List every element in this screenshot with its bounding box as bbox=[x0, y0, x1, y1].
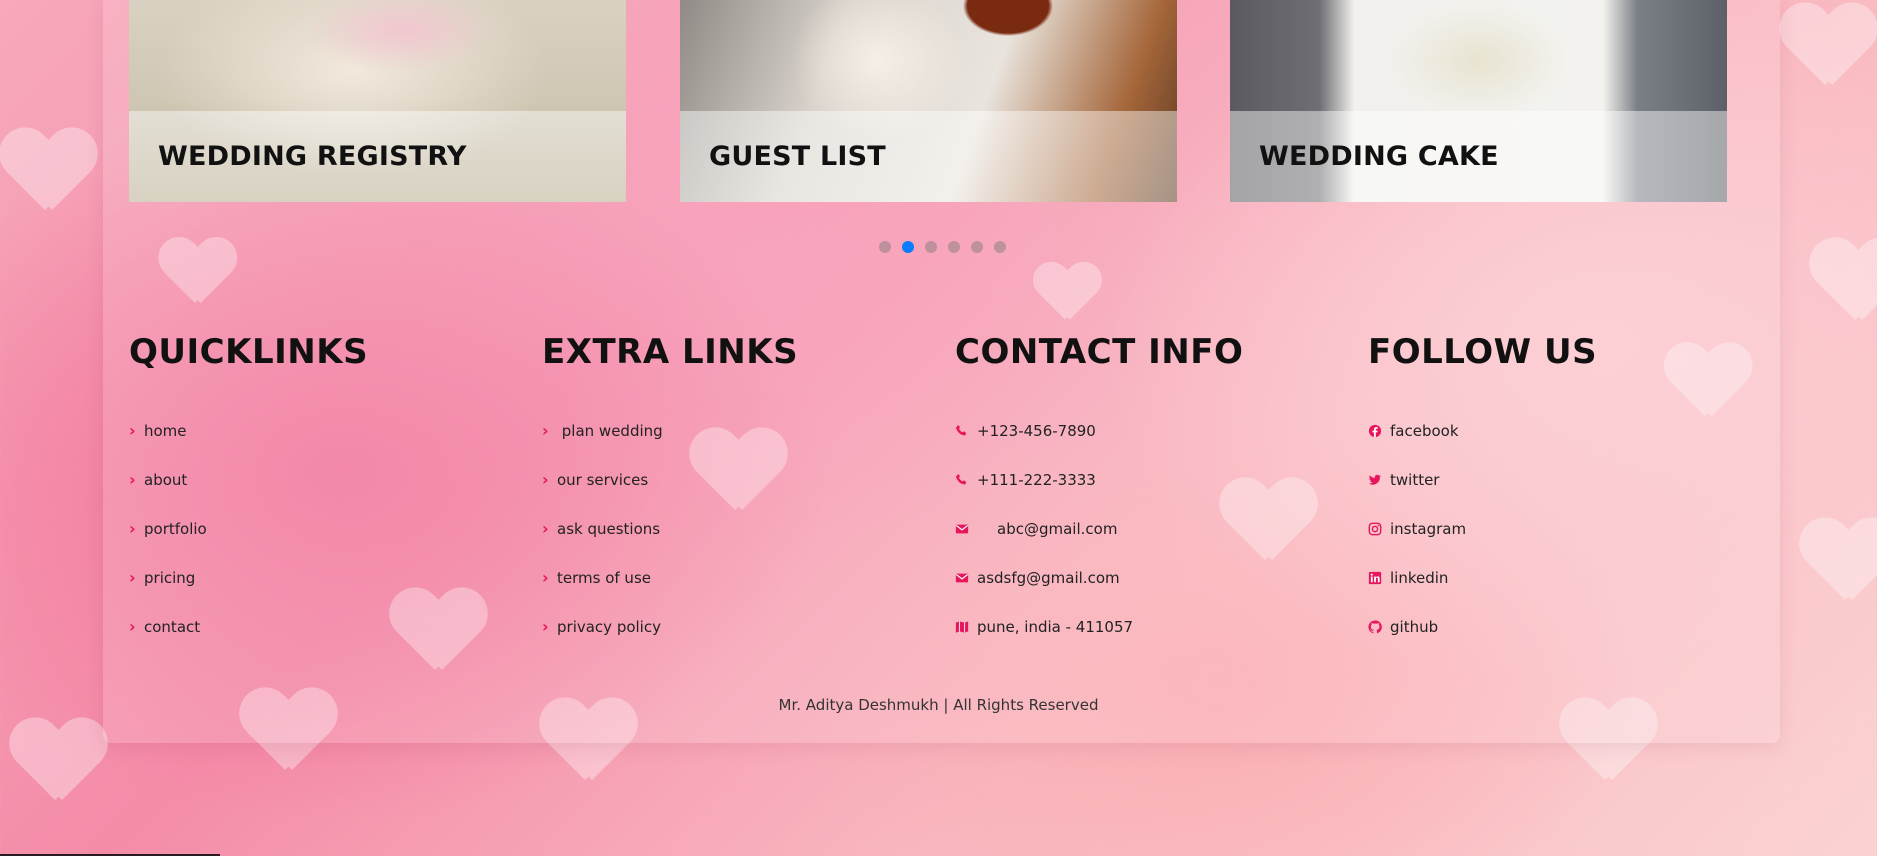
extralink-ask-questions[interactable]: › ask questions bbox=[542, 519, 660, 538]
link-label: pricing bbox=[144, 568, 196, 587]
link-label: ask questions bbox=[557, 519, 661, 538]
map-icon bbox=[955, 620, 969, 634]
contact-heading: CONTACT INFO bbox=[955, 332, 1244, 372]
link-label: privacy policy bbox=[557, 617, 661, 636]
quicklink-home[interactable]: › home bbox=[129, 421, 187, 440]
link-label: terms of use bbox=[557, 568, 651, 587]
twitter-icon bbox=[1368, 473, 1382, 487]
chevron-right-icon: › bbox=[542, 470, 549, 489]
chevron-right-icon: › bbox=[542, 617, 549, 636]
card-title: WEDDING REGISTRY bbox=[158, 141, 467, 172]
quicklink-pricing[interactable]: › pricing bbox=[129, 568, 195, 587]
carousel-dot[interactable] bbox=[971, 241, 983, 253]
carousel-dot[interactable] bbox=[994, 241, 1006, 253]
link-label: about bbox=[144, 470, 188, 489]
contact-phone-1[interactable]: +123-456-7890 bbox=[955, 406, 1243, 455]
quicklink-portfolio[interactable]: › portfolio bbox=[129, 519, 207, 538]
contact-address: pune, india - 411057 bbox=[955, 602, 1243, 651]
social-label: github bbox=[1390, 617, 1439, 636]
carousel-dot[interactable] bbox=[879, 241, 891, 253]
card-title: WEDDING CAKE bbox=[1259, 141, 1499, 172]
contact-text: abc@gmail.com bbox=[997, 519, 1118, 538]
link-label: portfolio bbox=[144, 519, 207, 538]
extralink-plan-wedding[interactable]: › plan wedding bbox=[542, 421, 663, 440]
carousel-dot[interactable] bbox=[902, 241, 914, 253]
social-label: facebook bbox=[1390, 421, 1459, 440]
facebook-icon bbox=[1368, 424, 1382, 438]
contact-text: +123-456-7890 bbox=[977, 421, 1096, 440]
carousel-pagination bbox=[879, 241, 1006, 253]
instagram-icon bbox=[1368, 522, 1382, 536]
github-icon bbox=[1368, 619, 1382, 634]
quicklinks-heading: QUICKLINKS bbox=[129, 332, 369, 372]
chevron-right-icon: › bbox=[129, 421, 136, 440]
follow-heading: FOLLOW US bbox=[1368, 332, 1598, 372]
extralink-our-services[interactable]: › our services bbox=[542, 470, 648, 489]
card-wedding-registry[interactable]: WEDDING REGISTRY bbox=[129, 0, 626, 202]
chevron-right-icon: › bbox=[129, 617, 136, 636]
heart-decoration bbox=[1810, 240, 1877, 330]
link-label: contact bbox=[144, 617, 201, 636]
chevron-right-icon: › bbox=[129, 519, 136, 538]
extralinks-list: › plan wedding › our services › ask questi… bbox=[542, 406, 798, 651]
contact-text: +111-222-3333 bbox=[977, 470, 1096, 489]
social-instagram[interactable]: instagram bbox=[1368, 520, 1466, 538]
chevron-right-icon: › bbox=[542, 421, 549, 440]
social-label: linkedin bbox=[1390, 568, 1449, 587]
phone-icon bbox=[955, 473, 969, 487]
extralink-privacy-policy[interactable]: › privacy policy bbox=[542, 617, 661, 636]
extralinks-column: EXTRA LINKS › plan wedding › our services… bbox=[542, 332, 798, 651]
card-guest-list[interactable]: GUEST LIST bbox=[680, 0, 1177, 202]
heart-decoration bbox=[10, 720, 100, 810]
carousel-dot[interactable] bbox=[925, 241, 937, 253]
contact-list: +123-456-7890 +111-222-3333 abc@gmail.co… bbox=[955, 406, 1243, 651]
extralink-terms-of-use[interactable]: › terms of use bbox=[542, 568, 651, 587]
phone-icon bbox=[955, 424, 969, 438]
social-label: instagram bbox=[1390, 519, 1467, 538]
quicklink-contact[interactable]: › contact bbox=[129, 617, 200, 636]
extralinks-heading: EXTRA LINKS bbox=[542, 332, 799, 372]
card-title: GUEST LIST bbox=[709, 141, 886, 172]
contact-text: asdsfg@gmail.com bbox=[977, 568, 1120, 587]
chevron-right-icon: › bbox=[129, 568, 136, 587]
social-github[interactable]: github bbox=[1368, 618, 1438, 636]
chevron-right-icon: › bbox=[542, 519, 549, 538]
link-label: plan wedding bbox=[557, 421, 663, 440]
carousel-dot[interactable] bbox=[948, 241, 960, 253]
heart-decoration bbox=[1780, 5, 1870, 95]
heart-decoration bbox=[1800, 520, 1877, 610]
envelope-icon bbox=[955, 522, 969, 536]
quicklinks-column: QUICKLINKS › home › about › portfolio › pric… bbox=[129, 332, 368, 651]
heart-decoration bbox=[0, 130, 90, 220]
quicklinks-list: › home › about › portfolio › pricing › contac… bbox=[129, 406, 368, 651]
contact-email-1[interactable]: abc@gmail.com bbox=[955, 504, 1243, 553]
contact-email-2[interactable]: asdsfg@gmail.com bbox=[955, 553, 1243, 602]
contact-column: CONTACT INFO +123-456-7890 +111-222-3333… bbox=[955, 332, 1243, 651]
chevron-right-icon: › bbox=[129, 470, 136, 489]
chevron-right-icon: › bbox=[542, 568, 549, 587]
follow-column: FOLLOW US facebook twitter instagram lin… bbox=[1368, 332, 1597, 651]
contact-phone-2[interactable]: +111-222-3333 bbox=[955, 455, 1243, 504]
footer-credit: Mr. Aditya Deshmukh | All Rights Reserve… bbox=[778, 696, 1099, 714]
follow-list: facebook twitter instagram linkedin gith… bbox=[1368, 406, 1597, 651]
social-facebook[interactable]: facebook bbox=[1368, 422, 1459, 440]
quicklink-about[interactable]: › about bbox=[129, 470, 187, 489]
envelope-icon bbox=[955, 571, 969, 585]
contact-text: pune, india - 411057 bbox=[977, 617, 1134, 636]
card-wedding-cake[interactable]: WEDDING CAKE bbox=[1230, 0, 1727, 202]
social-linkedin[interactable]: linkedin bbox=[1368, 569, 1448, 587]
linkedin-icon bbox=[1368, 571, 1382, 585]
social-label: twitter bbox=[1390, 470, 1440, 489]
social-twitter[interactable]: twitter bbox=[1368, 471, 1439, 489]
link-label: home bbox=[144, 421, 187, 440]
link-label: our services bbox=[557, 470, 649, 489]
